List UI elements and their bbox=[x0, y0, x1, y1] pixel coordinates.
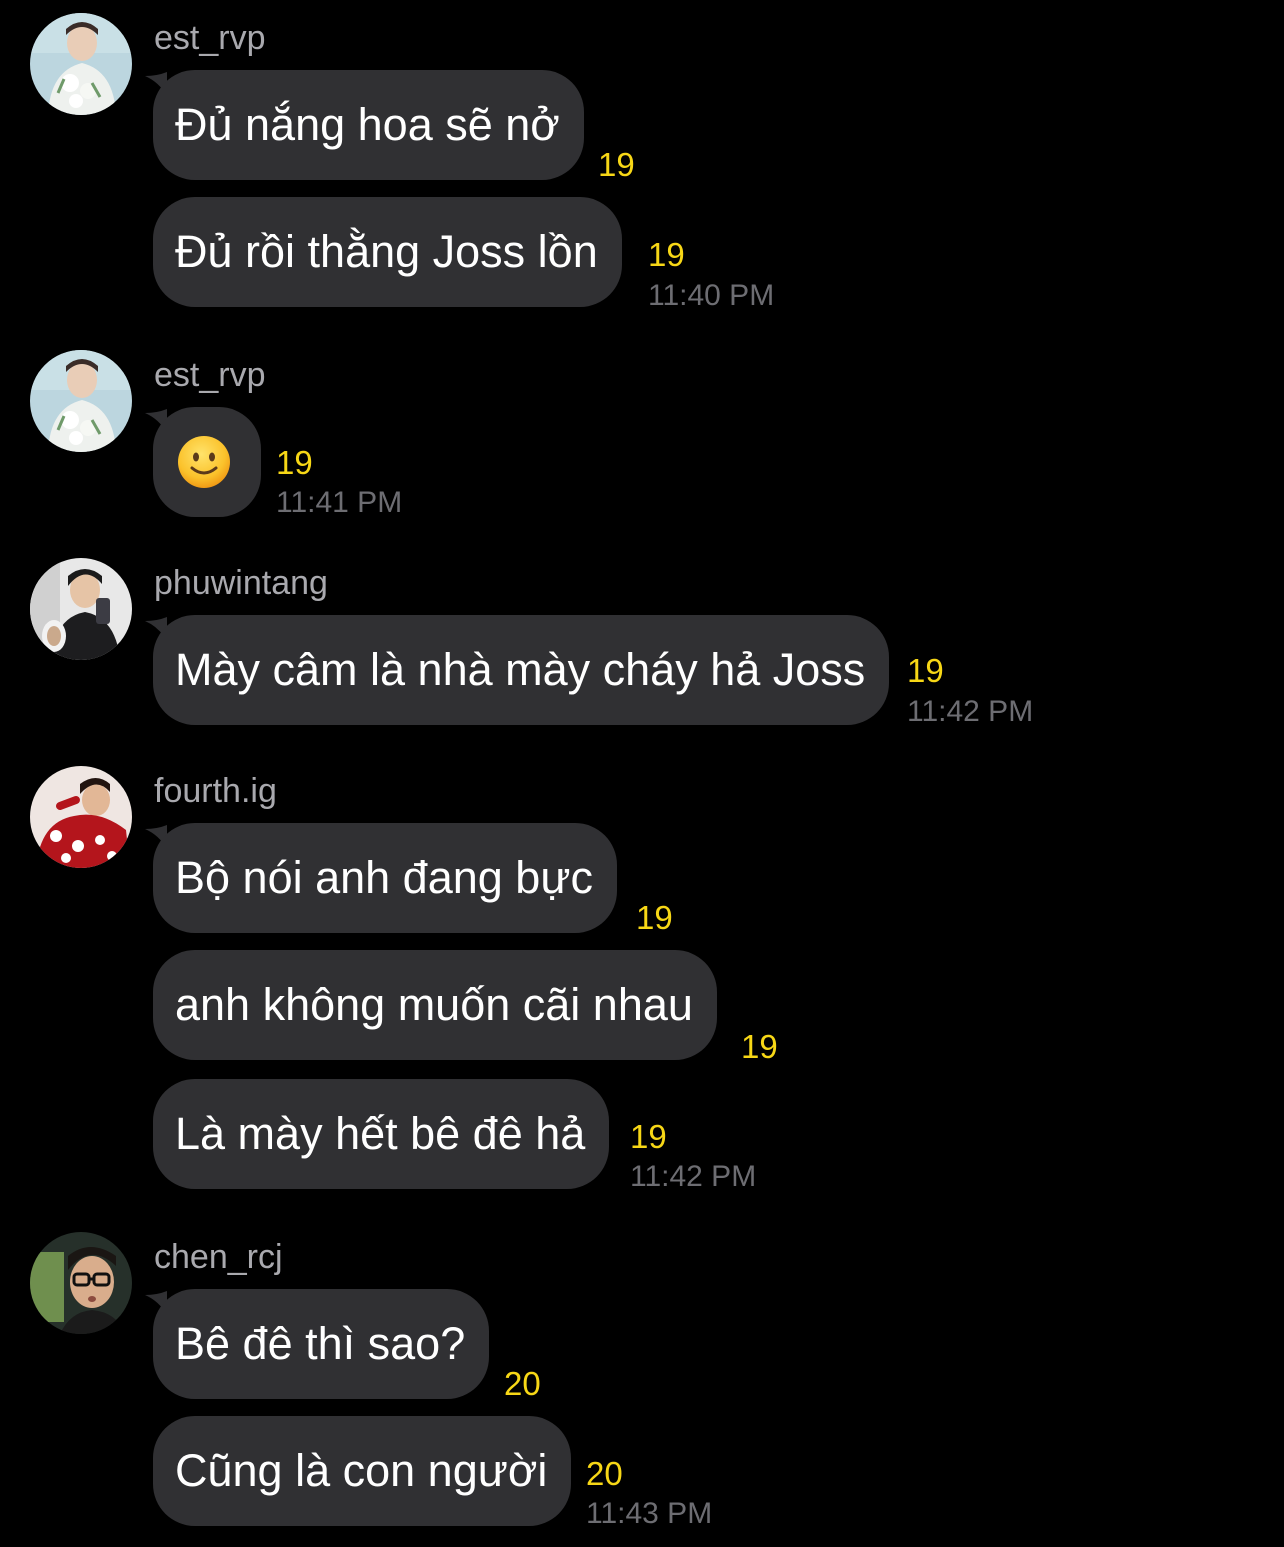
avatar[interactable] bbox=[30, 1232, 132, 1334]
message-bubble[interactable]: Bê đê thì sao? bbox=[153, 1289, 490, 1399]
username: est_rvp bbox=[154, 356, 266, 394]
avatar-photo-icon bbox=[30, 1232, 132, 1334]
timestamp: 11:40 PM bbox=[648, 279, 775, 312]
timestamp: 11:43 PM bbox=[586, 1497, 713, 1530]
timestamp: 11:42 PM bbox=[630, 1160, 757, 1193]
avatar-photo-icon bbox=[30, 350, 132, 452]
message-bubble[interactable]: Mày câm là nhà mày cháy hả Joss bbox=[153, 615, 890, 725]
username: phuwintang bbox=[154, 564, 328, 602]
username: est_rvp bbox=[154, 19, 266, 57]
message-bubble[interactable]: Đủ nắng hoa sẽ nở bbox=[153, 70, 584, 180]
message-bubble[interactable]: anh không muốn cãi nhau bbox=[153, 950, 717, 1060]
avatar[interactable] bbox=[30, 13, 132, 115]
message-count: 19 bbox=[741, 1028, 778, 1065]
timestamp: 11:42 PM bbox=[907, 695, 1034, 728]
username: chen_rcj bbox=[154, 1238, 283, 1276]
message-bubble[interactable] bbox=[153, 407, 261, 517]
timestamp: 11:41 PM bbox=[276, 486, 403, 519]
avatar-photo-icon bbox=[30, 558, 132, 660]
message-count: 19 bbox=[907, 652, 944, 689]
avatar-photo-icon bbox=[30, 766, 132, 868]
avatar[interactable] bbox=[30, 766, 132, 868]
message-count: 19 bbox=[598, 146, 635, 183]
message-count: 20 bbox=[504, 1365, 541, 1402]
message-count: 19 bbox=[276, 444, 313, 481]
avatar[interactable] bbox=[30, 558, 132, 660]
avatar[interactable] bbox=[30, 350, 132, 452]
message-count: 19 bbox=[636, 899, 673, 936]
message-bubble[interactable]: Đủ rồi thằng Joss lồn bbox=[153, 197, 622, 307]
message-count: 19 bbox=[648, 236, 685, 273]
username: fourth.ig bbox=[154, 772, 277, 810]
message-bubble[interactable]: Cũng là con người bbox=[153, 1416, 572, 1526]
message-count: 19 bbox=[630, 1118, 667, 1155]
message-bubble[interactable]: Bộ nói anh đang bực bbox=[153, 823, 617, 933]
slightly-smiling-face-emoji-icon bbox=[178, 436, 230, 488]
message-bubble[interactable]: Là mày hết bê đê hả bbox=[153, 1079, 610, 1189]
avatar-photo-icon bbox=[30, 13, 132, 115]
message-count: 20 bbox=[586, 1455, 623, 1492]
